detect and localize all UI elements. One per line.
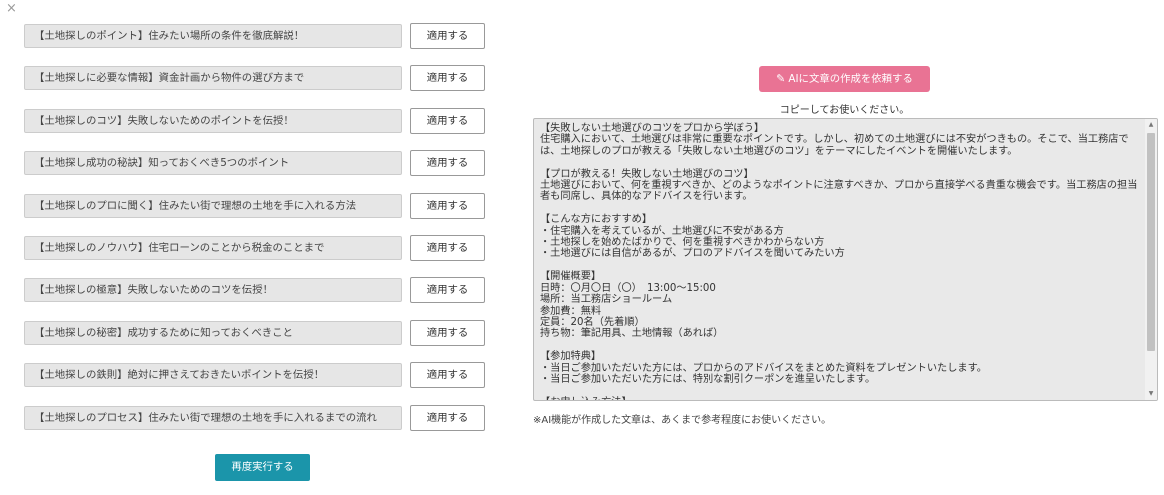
title-option: 【土地探しの鉄則】絶対に押さえておきたいポイントを伝授！: [24, 363, 402, 388]
title-option: 【土地探しに必要な情報】資金計画から物件の選び方まで: [24, 66, 402, 91]
title-row: 【土地探しのポイント】住みたい場所の条件を徹底解説！ 適用する: [24, 23, 486, 51]
scroll-thumb[interactable]: [1147, 133, 1155, 351]
title-option: 【土地探しのコツ】失敗しないためのポイントを伝授！: [24, 108, 402, 133]
apply-button[interactable]: 適用する: [410, 234, 485, 261]
magic-wand-icon: ✎: [776, 72, 786, 85]
apply-button[interactable]: 適用する: [410, 319, 485, 346]
title-option: 【土地探し成功の秘訣】知っておくべき5つのポイント: [24, 151, 402, 176]
title-suggestions: 【土地探しのポイント】住みたい場所の条件を徹底解説！ 適用する 【土地探しに必要…: [24, 23, 486, 447]
scroll-down-arrow-icon[interactable]: ▼: [1145, 388, 1157, 400]
generated-text-area[interactable]: 【失敗しない土地選びのコツをプロから学ぼう】 住宅購入において、土地選びは非常に…: [533, 118, 1158, 401]
title-option: 【土地探しの秘密】成功するために知っておくべきこと: [24, 320, 402, 345]
title-row: 【土地探しに必要な情報】資金計画から物件の選び方まで 適用する: [24, 65, 486, 93]
apply-button[interactable]: 適用する: [410, 362, 485, 389]
scroll-up-arrow-icon[interactable]: ▲: [1145, 119, 1157, 131]
close-icon[interactable]: ×: [6, 2, 17, 16]
rerun-button[interactable]: 再度実行する: [215, 454, 310, 481]
ai-generate-label: AIに文章の作成を依頼する: [788, 73, 913, 85]
title-row: 【土地探しのプロセス】住みたい街で理想の土地を手に入れるまでの流れ 適用する: [24, 404, 486, 433]
title-row: 【土地探しの鉄則】絶対に押さえておきたいポイントを伝授！ 適用する: [24, 362, 486, 390]
apply-button[interactable]: 適用する: [410, 107, 485, 134]
title-row: 【土地探し成功の秘訣】知っておくべき5つのポイント 適用する: [24, 150, 486, 178]
apply-button[interactable]: 適用する: [410, 65, 485, 92]
scrollbar[interactable]: ▲ ▼: [1145, 119, 1157, 400]
ai-generate-button[interactable]: ✎ AIに文章の作成を依頼する: [759, 66, 930, 92]
title-row: 【土地探しのコツ】失敗しないためのポイントを伝授！ 適用する: [24, 107, 486, 136]
title-row: 【土地探しの極意】失敗しないためのコツを伝授！ 適用する: [24, 277, 486, 305]
ai-disclaimer: ※AI機能が作成した文章は、あくまで参考程度にお使いください。: [533, 415, 832, 426]
generated-text[interactable]: 【失敗しない土地選びのコツをプロから学ぼう】 住宅購入において、土地選びは非常に…: [540, 123, 1143, 400]
title-option: 【土地探しのポイント】住みたい場所の条件を徹底解説！: [24, 24, 402, 48]
title-row: 【土地探しのノウハウ】住宅ローンのことから税金のことまで 適用する: [24, 234, 486, 263]
apply-button[interactable]: 適用する: [410, 192, 485, 219]
title-option: 【土地探しのノウハウ】住宅ローンのことから税金のことまで: [24, 235, 402, 260]
copy-hint: コピーしてお使いください。: [779, 105, 910, 116]
apply-button[interactable]: 適用する: [410, 404, 485, 431]
title-row: 【土地探しの秘密】成功するために知っておくべきこと 適用する: [24, 319, 486, 348]
title-option: 【土地探しの極意】失敗しないためのコツを伝授！: [24, 278, 402, 303]
apply-button[interactable]: 適用する: [410, 23, 485, 49]
title-option: 【土地探しのプロに聞く】住みたい街で理想の土地を手に入れる方法: [24, 193, 402, 218]
apply-button[interactable]: 適用する: [410, 150, 485, 177]
title-row: 【土地探しのプロに聞く】住みたい街で理想の土地を手に入れる方法 適用する: [24, 192, 486, 221]
apply-button[interactable]: 適用する: [410, 277, 485, 304]
title-option: 【土地探しのプロセス】住みたい街で理想の土地を手に入れるまでの流れ: [24, 405, 402, 430]
